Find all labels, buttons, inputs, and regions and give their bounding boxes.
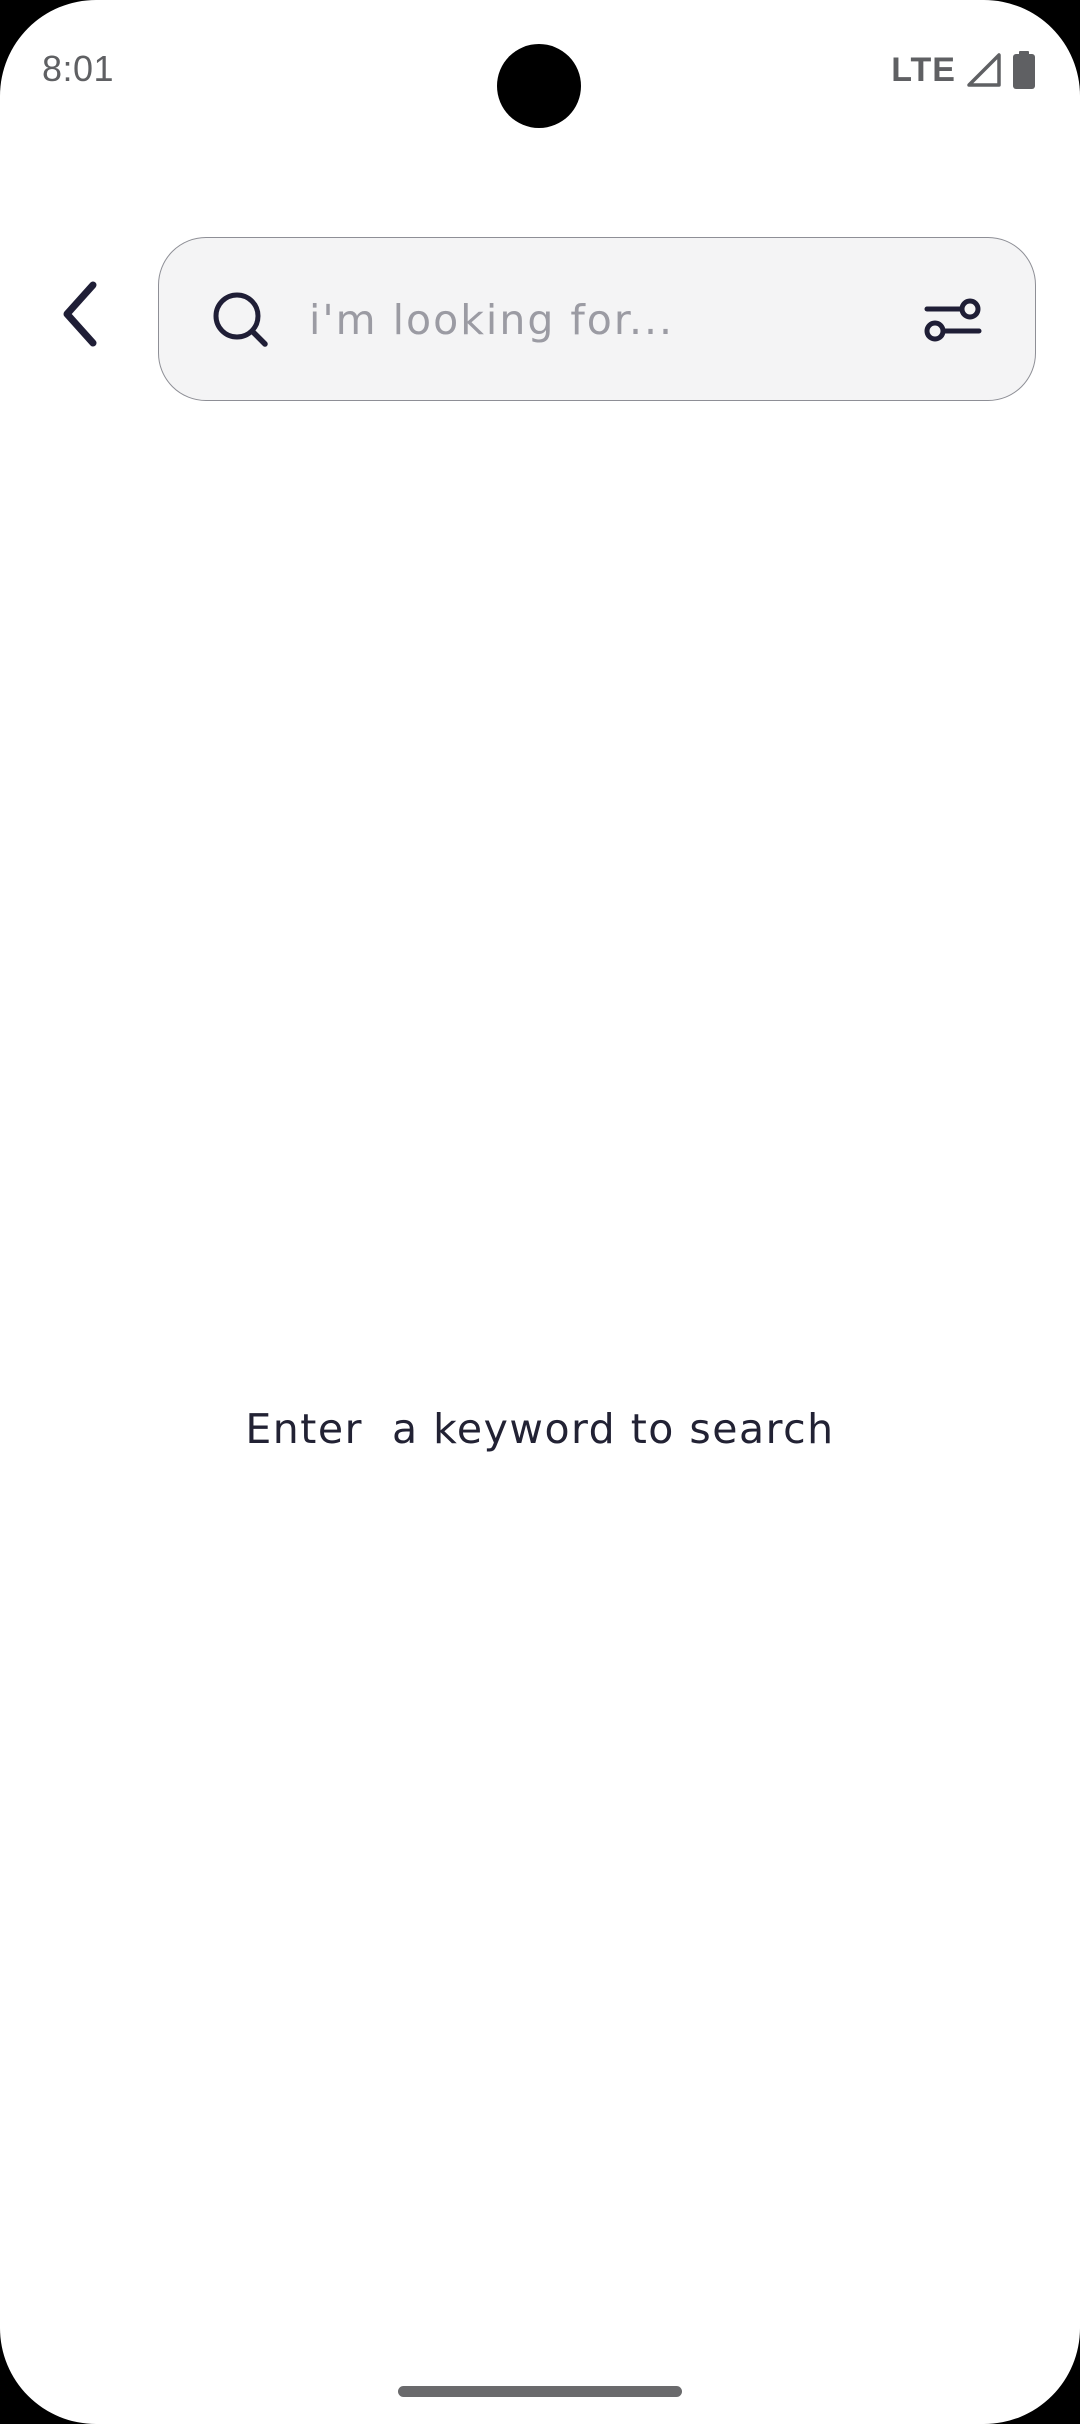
back-button[interactable]: [38, 272, 122, 356]
search-icon[interactable]: [211, 290, 271, 350]
app-screen: 8:01 LTE i'm looking for... Enter a keyw…: [0, 0, 1080, 2424]
signal-icon: [966, 52, 1002, 88]
home-indicator[interactable]: [398, 2386, 682, 2397]
empty-state-message: Enter a keyword to search: [245, 1405, 835, 1453]
search-bar[interactable]: [158, 237, 1036, 401]
filter-button[interactable]: [919, 286, 987, 354]
network-type-label: LTE: [891, 50, 956, 89]
search-input[interactable]: [309, 278, 869, 362]
chevron-left-icon: [63, 281, 97, 347]
status-icons: LTE: [891, 50, 1036, 90]
battery-icon: [1012, 51, 1036, 89]
status-time: 8:01: [42, 48, 115, 89]
camera-cutout: [497, 44, 581, 128]
filter-sliders-icon: [924, 298, 982, 342]
